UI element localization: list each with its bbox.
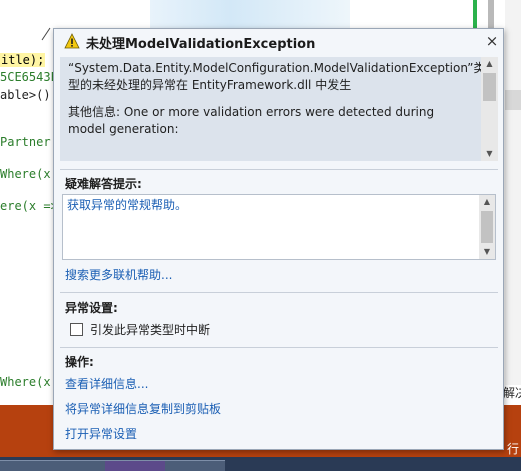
code-line[interactable]: itle); [0, 53, 46, 67]
code-line[interactable]: Where(x [0, 375, 51, 389]
dialog-titlebar: 未处理ModelValidationException × [54, 29, 503, 53]
taskbar-button[interactable] [105, 460, 165, 471]
taskbar-button[interactable] [50, 460, 110, 471]
status-text: 行 [507, 442, 520, 456]
exception-message-box[interactable]: “System.Data.Entity.ModelConfiguration.M… [60, 57, 498, 161]
code-line[interactable]: able>(). [0, 88, 58, 102]
scroll-up-icon[interactable]: ▲ [481, 57, 498, 71]
editor-scrollbar[interactable] [505, 0, 521, 385]
divider [60, 347, 498, 348]
search-online-help-link[interactable]: 搜索更多联机帮助... [65, 266, 172, 283]
scroll-indicator [488, 0, 494, 28]
scroll-thumb[interactable] [483, 73, 496, 101]
divider [60, 169, 498, 170]
message-scrollbar[interactable]: ▲ ▼ [481, 57, 498, 161]
copy-details-link[interactable]: 将异常详细信息复制到剪贴板 [65, 400, 221, 417]
scroll-down-icon[interactable]: ▼ [479, 245, 495, 259]
tips-header: 疑难解答提示: [65, 177, 142, 191]
scroll-thumb[interactable] [481, 211, 493, 243]
break-on-exception-checkbox[interactable] [70, 323, 83, 336]
open-exception-settings-link[interactable]: 打开异常设置 [65, 425, 137, 442]
view-details-link[interactable]: 查看详细信息... [65, 375, 148, 392]
exception-dialog: 未处理ModelValidationException × “System.Da… [53, 28, 504, 450]
actions-header: 操作: [65, 355, 94, 369]
tips-box: 获取异常的常规帮助。 ▲ ▼ [62, 194, 496, 260]
change-indicator [473, 0, 477, 28]
break-on-exception-label[interactable]: 引发此异常类型时中断 [90, 321, 210, 338]
code-line[interactable]: 5CE6543E [0, 70, 58, 84]
divider [60, 292, 498, 293]
tips-scrollbar[interactable]: ▲ ▼ [479, 195, 495, 259]
exception-settings-header: 异常设置: [65, 301, 118, 315]
exception-type-text: “System.Data.Entity.ModelConfiguration.M… [68, 61, 486, 92]
exception-message: “System.Data.Entity.ModelConfiguration.M… [68, 60, 486, 138]
scroll-down-icon[interactable]: ▼ [481, 147, 498, 161]
side-text: 解决 [503, 386, 521, 400]
code-line[interactable]: Partner [0, 135, 51, 149]
scroll-thumb[interactable] [505, 90, 521, 110]
taskbar-button[interactable] [165, 460, 225, 471]
general-help-link[interactable]: 获取异常的常规帮助。 [67, 196, 187, 213]
close-button[interactable]: × [484, 33, 500, 49]
code-line[interactable]: Where(x [0, 167, 51, 181]
scroll-up-icon[interactable]: ▲ [479, 195, 495, 209]
warning-icon [64, 33, 80, 49]
additional-info-text: 其他信息: One or more validation errors were… [68, 105, 435, 136]
dialog-title: 未处理ModelValidationException [86, 37, 316, 52]
code-line[interactable]: ere(x => [0, 199, 58, 213]
